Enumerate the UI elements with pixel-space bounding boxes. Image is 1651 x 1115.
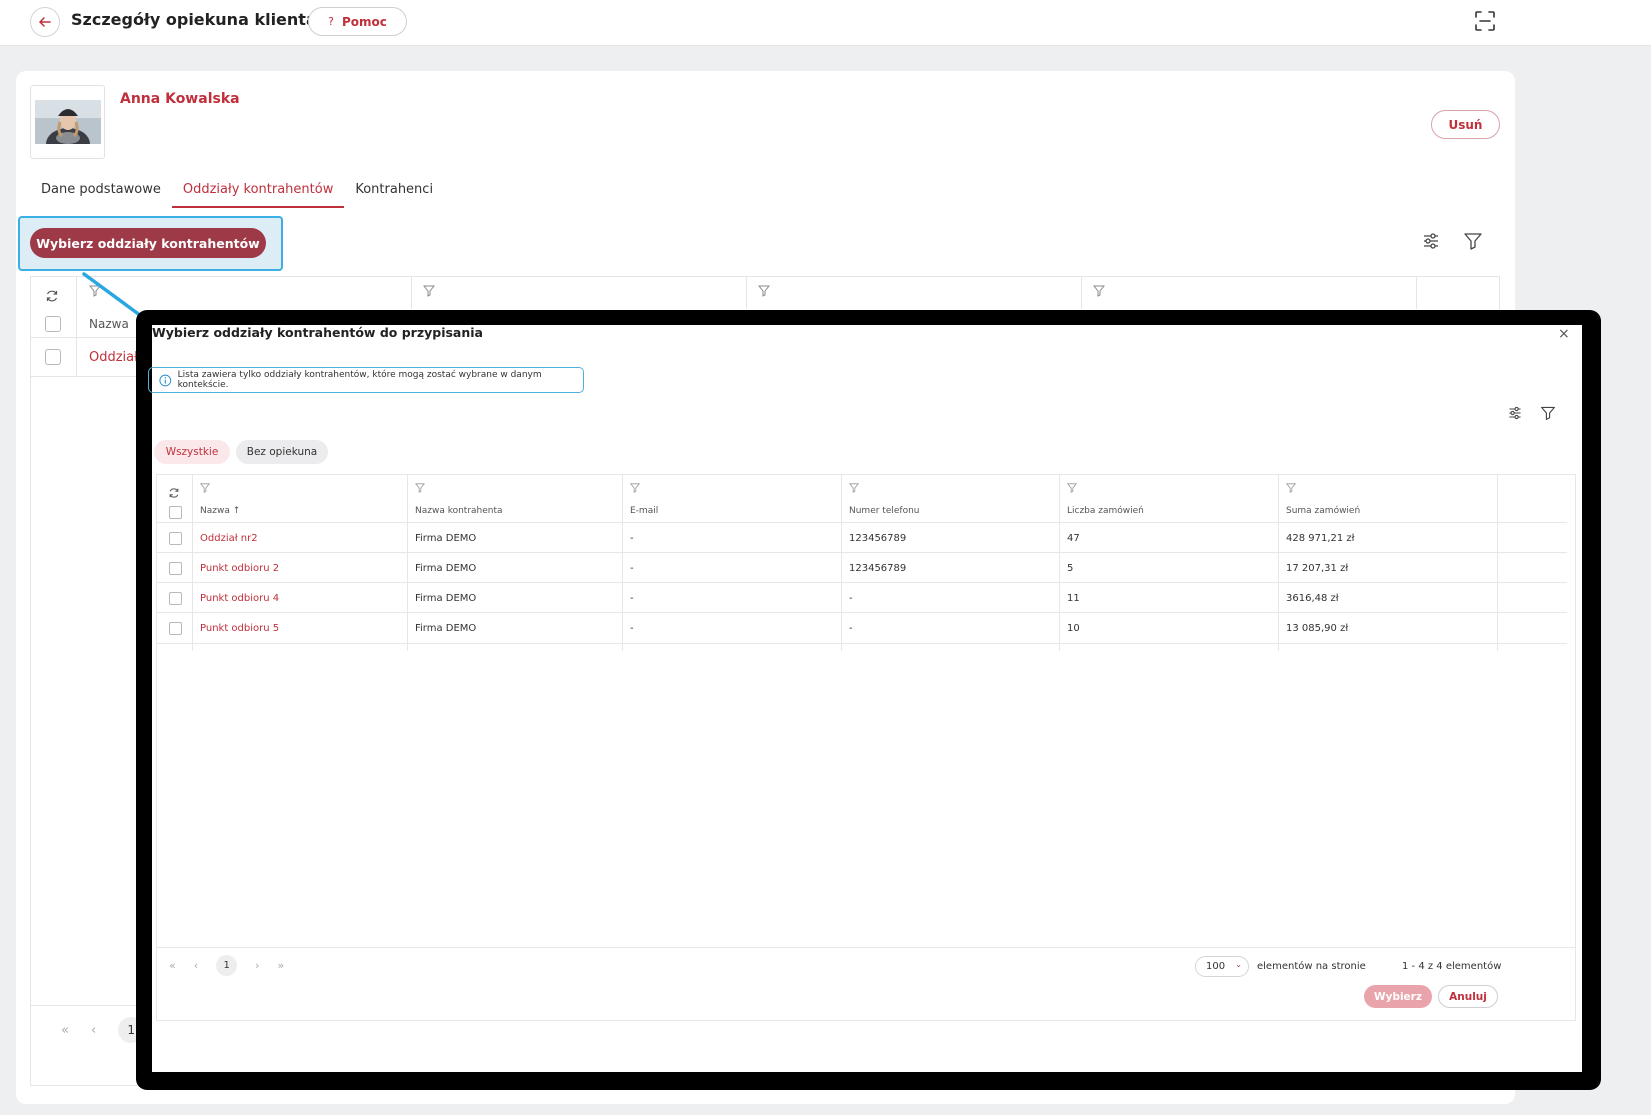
order-sum-cell: 3616,48 zł	[1286, 593, 1339, 604]
info-icon	[159, 374, 172, 386]
row-checkbox[interactable]	[169, 592, 182, 605]
info-notice: Lista zawiera tylko oddziały kontrahentó…	[148, 367, 584, 393]
row-checkbox[interactable]	[45, 349, 61, 365]
page-size-value: 100	[1206, 961, 1226, 972]
select-all-checkbox[interactable]	[169, 506, 182, 519]
help-button[interactable]: ? Pomoc	[308, 7, 407, 36]
column-filter-icon[interactable]	[415, 483, 425, 493]
order-sum-cell: 428 971,21 zł	[1286, 533, 1355, 544]
column-header-email[interactable]: E-mail	[630, 506, 658, 516]
last-page-button[interactable]: »	[278, 959, 285, 972]
tab-bar: Dane podstawowe Oddziały kontrahentów Ko…	[30, 174, 444, 208]
column-header-customer[interactable]: Nazwa kontrahenta	[415, 506, 503, 516]
page-size-select[interactable]: 100 ⌄	[1195, 956, 1249, 977]
order-count-cell: 11	[1067, 593, 1080, 604]
order-count-cell: 10	[1067, 623, 1080, 634]
select-branches-dialog: Wybierz oddziały kontrahentów do przypis…	[148, 325, 1582, 1072]
order-sum-cell: 17 207,31 zł	[1286, 563, 1349, 574]
question-icon: ?	[328, 15, 334, 28]
avatar	[30, 85, 105, 159]
tab-basic-data[interactable]: Dane podstawowe	[30, 174, 172, 208]
column-filter-icon[interactable]	[423, 285, 435, 297]
phone-cell: 123456789	[849, 533, 907, 544]
person-name: Anna Kowalska	[120, 91, 240, 107]
email-cell: -	[630, 593, 634, 604]
order-sum-cell: 13 085,90 zł	[1286, 623, 1349, 634]
filter-all-chip[interactable]: Wszystkie	[154, 440, 230, 464]
row-checkbox[interactable]	[169, 622, 182, 635]
choose-button-highlight: Wybierz oddziały kontrahentów	[18, 216, 283, 271]
email-cell: -	[630, 563, 634, 574]
branch-link[interactable]: Oddział	[89, 350, 138, 365]
branch-link[interactable]: Oddział nr2	[200, 533, 258, 544]
tab-customer-branches[interactable]: Oddziały kontrahentów	[171, 174, 345, 208]
top-bar: Szczegóły opiekuna klienta ? Pomoc	[0, 0, 1651, 46]
prev-page-button[interactable]: ‹	[194, 959, 198, 972]
customer-cell: Firma DEMO	[415, 533, 477, 544]
filter-no-owner-chip[interactable]: Bez opiekuna	[236, 440, 328, 464]
pagination: « ‹ 1	[61, 1017, 145, 1043]
pagination: « ‹ 1 › »	[169, 955, 284, 976]
dialog-title: Wybierz oddziały kontrahentów do przypis…	[152, 325, 483, 340]
branches-selection-table: Nazwa ↑ Nazwa kontrahenta E-mail Numer t…	[156, 474, 1576, 1021]
prev-page-button[interactable]: ‹	[91, 1023, 96, 1038]
email-cell: -	[630, 623, 634, 634]
select-all-checkbox[interactable]	[45, 316, 61, 332]
arrow-left-icon	[38, 17, 51, 27]
choose-branches-button[interactable]: Wybierz oddziały kontrahentów	[30, 228, 266, 258]
email-cell: -	[630, 533, 634, 544]
cancel-button[interactable]: Anuluj	[1438, 985, 1498, 1008]
column-header-name[interactable]: Nazwa ↑	[200, 506, 240, 516]
items-count: 1 - 4 z 4 elementów	[1402, 961, 1502, 972]
customer-cell: Firma DEMO	[415, 563, 477, 574]
row-checkbox[interactable]	[169, 562, 182, 575]
column-filter-icon[interactable]	[1286, 483, 1296, 493]
avatar-photo	[34, 100, 101, 144]
back-button[interactable]	[30, 7, 60, 37]
column-filter-icon[interactable]	[849, 483, 859, 493]
first-page-button[interactable]: «	[61, 1023, 69, 1038]
phone-cell: -	[849, 593, 853, 604]
chevron-down-icon: ⌄	[1235, 960, 1242, 969]
first-page-button[interactable]: «	[169, 959, 176, 972]
column-filter-icon[interactable]	[200, 483, 210, 493]
column-header-phone[interactable]: Numer telefonu	[849, 506, 920, 516]
branch-link[interactable]: Punkt odbioru 2	[200, 563, 279, 574]
filter-icon[interactable]	[1463, 231, 1483, 251]
branch-link[interactable]: Punkt odbioru 5	[200, 623, 279, 634]
customer-cell: Firma DEMO	[415, 623, 477, 634]
column-filter-icon[interactable]	[630, 483, 640, 493]
filter-icon[interactable]	[1540, 405, 1556, 421]
column-filter-icon[interactable]	[1093, 285, 1105, 297]
info-text: Lista zawiera tylko oddziały kontrahentó…	[177, 370, 542, 390]
page-title: Szczegóły opiekuna klienta	[71, 10, 317, 29]
column-settings-icon[interactable]	[1507, 405, 1523, 421]
column-filter-icon[interactable]	[758, 285, 770, 297]
refresh-icon[interactable]	[168, 487, 180, 499]
column-header-order-sum[interactable]: Suma zamówień	[1286, 506, 1360, 516]
branch-link[interactable]: Punkt odbioru 4	[200, 593, 279, 604]
column-settings-icon[interactable]	[1421, 231, 1441, 251]
next-page-button[interactable]: ›	[255, 959, 259, 972]
column-header-order-count[interactable]: Liczba zamówień	[1067, 506, 1144, 516]
close-icon[interactable]: ×	[1558, 326, 1570, 342]
refresh-icon[interactable]	[45, 289, 59, 303]
row-checkbox[interactable]	[169, 532, 182, 545]
phone-cell: -	[849, 623, 853, 634]
select-button[interactable]: Wybierz	[1364, 985, 1432, 1008]
help-label: Pomoc	[341, 14, 387, 29]
order-count-cell: 47	[1067, 533, 1080, 544]
tab-customers[interactable]: Kontrahenci	[344, 174, 444, 208]
delete-button[interactable]: Usuń	[1431, 110, 1500, 139]
column-filter-icon[interactable]	[1067, 483, 1077, 493]
order-count-cell: 5	[1067, 563, 1074, 574]
per-page-label: elementów na stronie	[1257, 961, 1366, 972]
fullscreen-icon[interactable]	[1474, 10, 1496, 32]
page-number[interactable]: 1	[216, 955, 238, 976]
phone-cell: 123456789	[849, 563, 907, 574]
customer-cell: Firma DEMO	[415, 593, 477, 604]
